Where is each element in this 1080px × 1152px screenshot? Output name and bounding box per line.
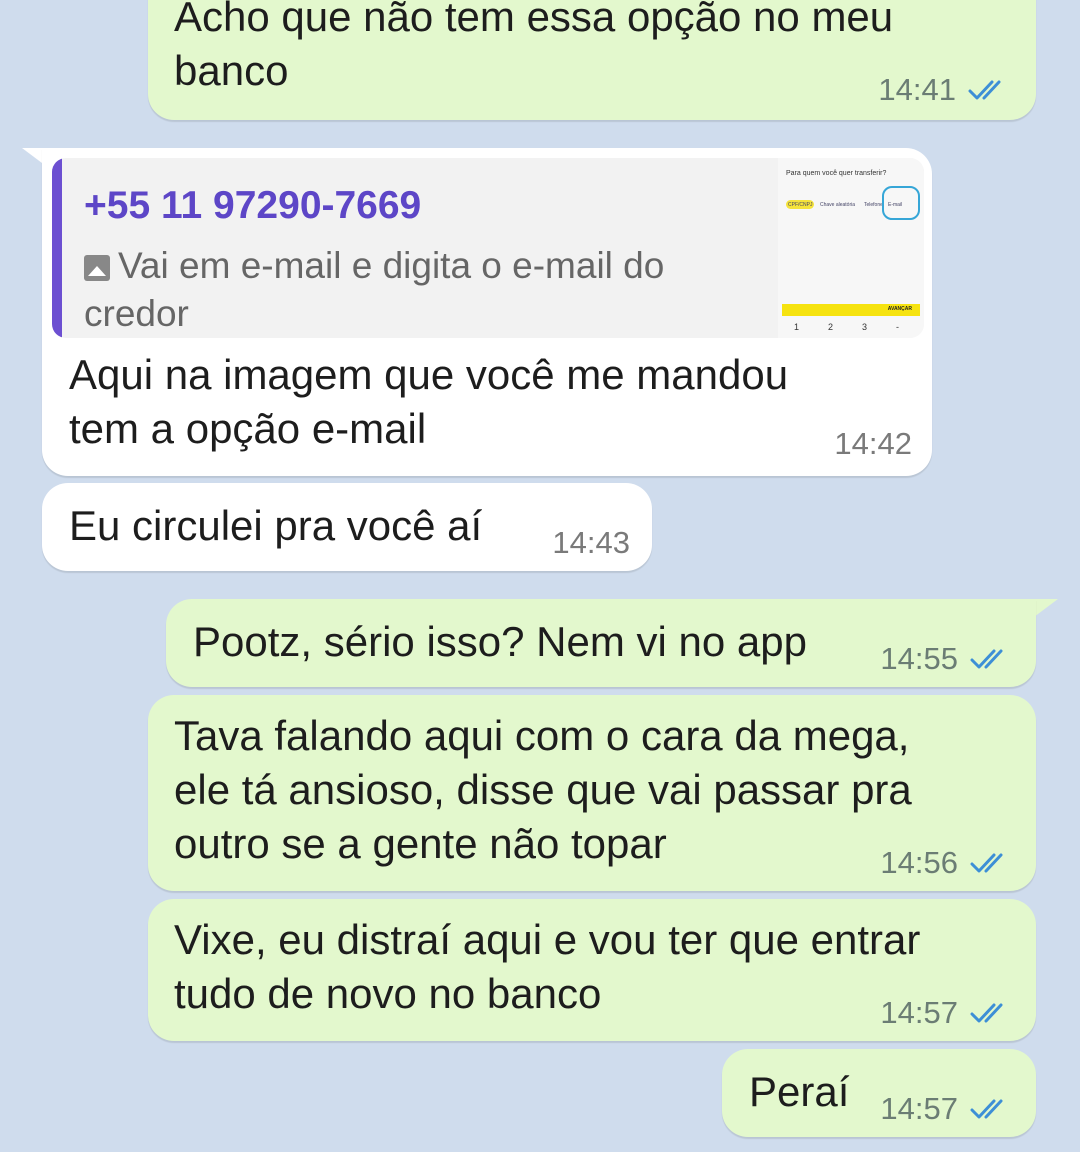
message-text: Tava falando aqui com o cara da mega, el… — [174, 712, 912, 867]
message-bubble-outgoing[interactable]: Pootz, sério isso? Nem vi no app 14:55 — [166, 599, 1036, 687]
message-bubble-outgoing[interactable]: Acho que não tem essa opção no meu banco… — [148, 0, 1036, 120]
message-meta: 14:41 — [878, 72, 1012, 108]
quote-sender: +55 11 97290-7669 — [84, 184, 422, 227]
thumbnail-option: Telefone — [864, 202, 883, 208]
message-time: 14:55 — [880, 641, 958, 676]
message-bubble-outgoing[interactable]: Tava falando aqui com o cara da mega, el… — [148, 695, 1036, 891]
thumbnail-key: 1 — [794, 322, 800, 332]
message-meta: 14:42 — [834, 426, 912, 462]
message-time: 14:57 — [880, 995, 958, 1030]
message-time: 14:43 — [552, 525, 630, 560]
read-double-check-icon — [970, 1099, 1003, 1119]
message-text: Aqui na imagem que você me mandou tem a … — [69, 351, 789, 452]
quote-text: Vai em e-mail e digita o e-mail do credo… — [84, 242, 744, 338]
thumbnail-circle-annotation — [882, 186, 920, 220]
message-meta: 14:43 — [552, 525, 630, 561]
read-double-check-icon — [968, 80, 1001, 100]
thumbnail-option: Chave aleatória — [820, 202, 856, 208]
reply-quote[interactable]: +55 11 97290-7669 Vai em e-mail e digita… — [52, 158, 924, 338]
message-meta: 14:57 — [880, 1091, 1014, 1127]
message-bubble-incoming[interactable]: +55 11 97290-7669 Vai em e-mail e digita… — [42, 148, 932, 476]
read-double-check-icon — [970, 853, 1003, 873]
message-time: 14:56 — [880, 845, 958, 880]
message-text: Acho que não tem essa opção no meu banco — [174, 0, 894, 94]
message-meta: 14:56 — [880, 845, 1014, 881]
message-text: Peraí — [749, 1068, 850, 1115]
quote-image-thumbnail[interactable]: Para quem você quer transferir? CPF/CNPJ… — [778, 158, 924, 338]
thumbnail-key: - — [896, 322, 899, 332]
message-bubble-outgoing[interactable]: Peraí 14:57 — [722, 1049, 1036, 1137]
message-text: Pootz, sério isso? Nem vi no app — [193, 618, 807, 665]
message-time: 14:41 — [878, 72, 956, 107]
message-meta: 14:57 — [880, 995, 1014, 1031]
thumbnail-button-label: AVANÇAR — [887, 306, 912, 312]
thumbnail-option: CPF/CNPJ — [788, 202, 813, 208]
thumbnail-key: 2 — [828, 322, 834, 332]
thumbnail-key: 3 — [862, 322, 868, 332]
message-bubble-outgoing[interactable]: Vixe, eu distraí aqui e vou ter que entr… — [148, 899, 1036, 1041]
thumbnail-title: Para quem você quer transferir? — [786, 170, 887, 177]
thumbnail-button: AVANÇAR — [782, 304, 920, 316]
message-time: 14:57 — [880, 1091, 958, 1126]
message-text: Vixe, eu distraí aqui e vou ter que entr… — [174, 916, 921, 1017]
read-double-check-icon — [970, 1003, 1003, 1023]
read-double-check-icon — [970, 649, 1003, 669]
quote-text-body: Vai em e-mail e digita o e-mail do credo… — [84, 245, 665, 334]
message-bubble-incoming[interactable]: Eu circulei pra você aí 14:43 — [42, 483, 652, 571]
message-time: 14:42 — [834, 426, 912, 461]
message-meta: 14:55 — [880, 641, 1014, 677]
image-icon — [84, 255, 110, 281]
quote-accent-bar — [52, 158, 62, 338]
message-text: Eu circulei pra você aí — [69, 502, 483, 549]
